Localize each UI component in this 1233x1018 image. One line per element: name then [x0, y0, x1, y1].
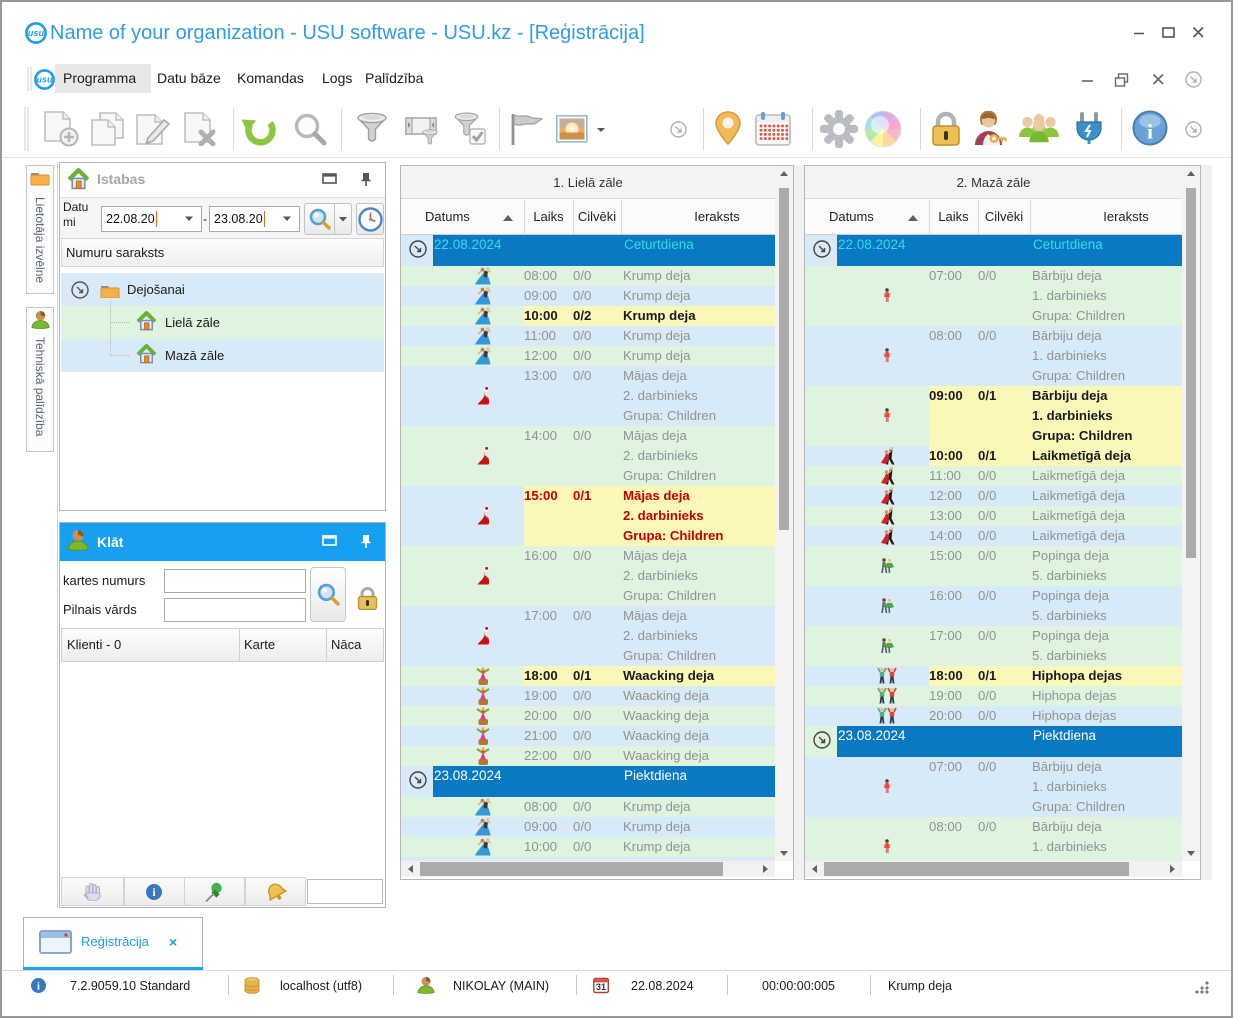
svg-text:i: i	[37, 981, 40, 992]
svg-text:usu: usu	[37, 74, 53, 84]
svg-text:usu: usu	[28, 28, 45, 38]
svg-text:i: i	[1147, 119, 1153, 143]
svg-text:i: i	[152, 887, 155, 899]
svg-text:31: 31	[596, 982, 606, 992]
